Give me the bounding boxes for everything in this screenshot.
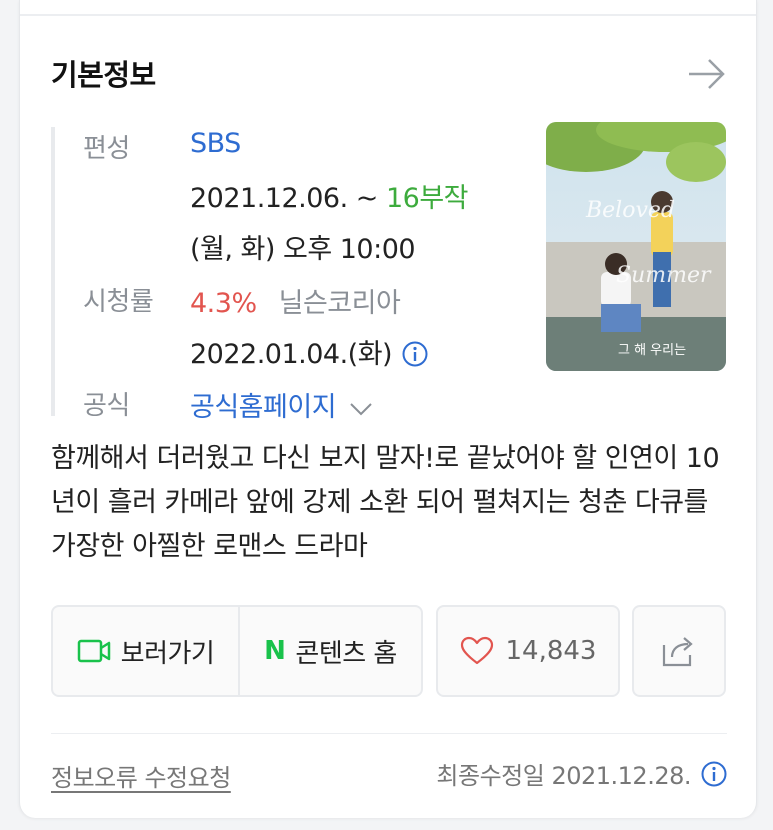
rating-label: 시청률 bbox=[83, 287, 154, 317]
share-button[interactable] bbox=[632, 605, 726, 697]
rating-row: 4.3% 닐슨코리아 bbox=[190, 281, 401, 320]
watch-button-label: 보러가기 bbox=[120, 638, 215, 669]
last-modified-date: 최종수정일 2021.12.28. bbox=[436, 762, 691, 790]
chevron-down-icon[interactable] bbox=[348, 400, 374, 418]
official-label: 공식 bbox=[83, 391, 130, 421]
basic-info-card: 기본정보 편성 SBS 2021.12.06. ~ 16부작 (월, 화) 오후… bbox=[19, 0, 757, 818]
watch-content-button-group: 보러가기 N 콘텐츠 홈 bbox=[51, 605, 423, 697]
broadcast-channel-link[interactable]: SBS bbox=[190, 128, 241, 159]
like-button[interactable]: 14,843 bbox=[436, 605, 620, 697]
watch-button[interactable]: 보러가기 bbox=[53, 607, 238, 695]
footer-divider bbox=[51, 733, 727, 734]
official-row[interactable]: 공식홈페이지 bbox=[190, 385, 374, 424]
drama-description: 함께해서 더러웠고 다신 보지 말자!로 끝났어야 할 인연이 10년이 흘러 … bbox=[51, 443, 720, 562]
info-icon[interactable] bbox=[701, 761, 727, 787]
air-start-date: 2021.12.06. ~ bbox=[190, 183, 386, 214]
rating-source: 닐슨코리아 bbox=[278, 288, 401, 319]
naver-n-icon: N bbox=[264, 636, 286, 666]
top-divider bbox=[20, 14, 756, 16]
episodes-count: 16부작 bbox=[385, 183, 469, 214]
arrow-right-icon[interactable] bbox=[685, 54, 729, 94]
info-icon[interactable] bbox=[402, 341, 428, 367]
content-home-label: 콘텐츠 홈 bbox=[295, 638, 397, 669]
like-count: 14,843 bbox=[505, 636, 597, 666]
drama-poster-image[interactable]: Beloved Summer 그 해 우리는 bbox=[546, 122, 726, 371]
svg-text:Summer: Summer bbox=[616, 263, 712, 288]
rating-date-row: 2022.01.04.(화) bbox=[190, 332, 428, 371]
last-modified-row: 최종수정일 2021.12.28. bbox=[436, 756, 727, 791]
share-icon bbox=[662, 637, 693, 667]
broadcast-label: 편성 bbox=[83, 134, 130, 164]
info-side-bar bbox=[51, 127, 55, 416]
heart-icon bbox=[460, 636, 493, 665]
rating-value: 4.3% bbox=[190, 288, 257, 319]
video-camera-icon bbox=[77, 639, 110, 663]
rating-date: 2022.01.04.(화) bbox=[190, 339, 393, 370]
air-period: 2021.12.06. ~ 16부작 bbox=[190, 176, 469, 215]
content-home-button[interactable]: N 콘텐츠 홈 bbox=[240, 607, 421, 695]
svg-text:그 해 우리는: 그 해 우리는 bbox=[618, 343, 686, 358]
report-error-link[interactable]: 정보오류 수정요청 bbox=[51, 758, 231, 793]
section-title: 기본정보 bbox=[51, 58, 156, 92]
svg-text:Beloved: Beloved bbox=[585, 198, 675, 223]
air-time: (월, 화) 오후 10:00 bbox=[190, 234, 416, 265]
official-homepage-link[interactable]: 공식홈페이지 bbox=[190, 392, 337, 423]
